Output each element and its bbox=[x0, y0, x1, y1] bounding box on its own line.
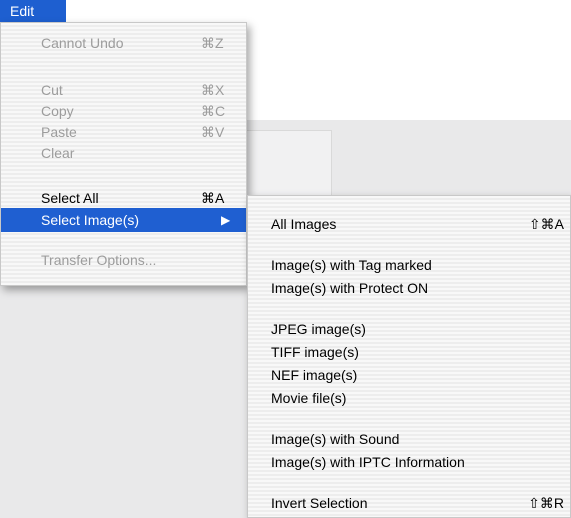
menu-item-shortcut: ⌘A bbox=[201, 190, 225, 206]
menu-item-label: JPEG image(s) bbox=[271, 321, 366, 337]
menu-item-label: TIFF image(s) bbox=[271, 344, 359, 360]
menu-item-label: All Images bbox=[271, 216, 337, 232]
submenu-item-all-images[interactable]: All Images ⇧⌘A bbox=[248, 212, 570, 236]
submenu-arrow-icon: ▶ bbox=[221, 213, 231, 227]
submenu-item-iptc[interactable]: Image(s) with IPTC Information bbox=[248, 450, 570, 474]
submenu-item-with-sound[interactable]: Image(s) with Sound bbox=[248, 427, 570, 451]
menu-item-label: Select All bbox=[41, 190, 99, 206]
menu-item-shortcut: ⇧⌘A bbox=[528, 216, 564, 232]
menu-item-label: Image(s) with Sound bbox=[271, 431, 400, 447]
edit-menu-title[interactable]: Edit bbox=[0, 0, 66, 22]
submenu-item-movie[interactable]: Movie file(s) bbox=[248, 386, 570, 410]
menu-item-undo[interactable]: Cannot Undo ⌘Z bbox=[1, 31, 246, 55]
submenu-item-jpeg[interactable]: JPEG image(s) bbox=[248, 317, 570, 341]
submenu-item-protect-on[interactable]: Image(s) with Protect ON bbox=[248, 276, 570, 300]
submenu-item-tiff[interactable]: TIFF image(s) bbox=[248, 340, 570, 364]
submenu-item-tag-marked[interactable]: Image(s) with Tag marked bbox=[248, 253, 570, 277]
menu-item-label: Transfer Options... bbox=[41, 252, 157, 268]
menu-item-label: NEF image(s) bbox=[271, 367, 358, 383]
menu-separator bbox=[1, 173, 246, 174]
menu-item-select-all[interactable]: Select All ⌘A bbox=[1, 186, 246, 210]
menu-separator bbox=[248, 244, 570, 245]
menu-item-label: Movie file(s) bbox=[271, 390, 347, 406]
menu-item-label: Invert Selection bbox=[271, 495, 368, 511]
menu-separator bbox=[248, 482, 570, 483]
submenu-item-invert-selection[interactable]: Invert Selection ⇧⌘R bbox=[248, 491, 570, 515]
menu-separator bbox=[248, 308, 570, 309]
menu-separator bbox=[248, 418, 570, 419]
menu-item-label: Cannot Undo bbox=[41, 35, 124, 51]
menu-separator bbox=[1, 240, 246, 241]
menu-item-shortcut: ⌘Z bbox=[201, 35, 224, 51]
menu-item-label: Select Image(s) bbox=[41, 212, 140, 228]
menu-item-transfer-options[interactable]: Transfer Options... bbox=[1, 248, 246, 272]
submenu-item-nef[interactable]: NEF image(s) bbox=[248, 363, 570, 387]
edit-menu: Cannot Undo ⌘Z Cut ⌘X Copy ⌘C Paste ⌘V C… bbox=[0, 22, 247, 286]
menu-item-shortcut: ⇧⌘R bbox=[528, 495, 564, 511]
menu-item-label: Image(s) with IPTC Information bbox=[271, 454, 465, 470]
menu-item-clear[interactable]: Clear bbox=[1, 141, 246, 165]
select-images-submenu: All Images ⇧⌘A Image(s) with Tag marked … bbox=[247, 195, 571, 518]
menu-item-select-images[interactable]: Select Image(s) ▶ bbox=[1, 208, 246, 232]
menu-item-label: Clear bbox=[41, 145, 75, 161]
menu-item-label: Image(s) with Protect ON bbox=[271, 280, 429, 296]
menu-item-label: Image(s) with Tag marked bbox=[271, 257, 432, 273]
menu-separator bbox=[1, 65, 246, 66]
